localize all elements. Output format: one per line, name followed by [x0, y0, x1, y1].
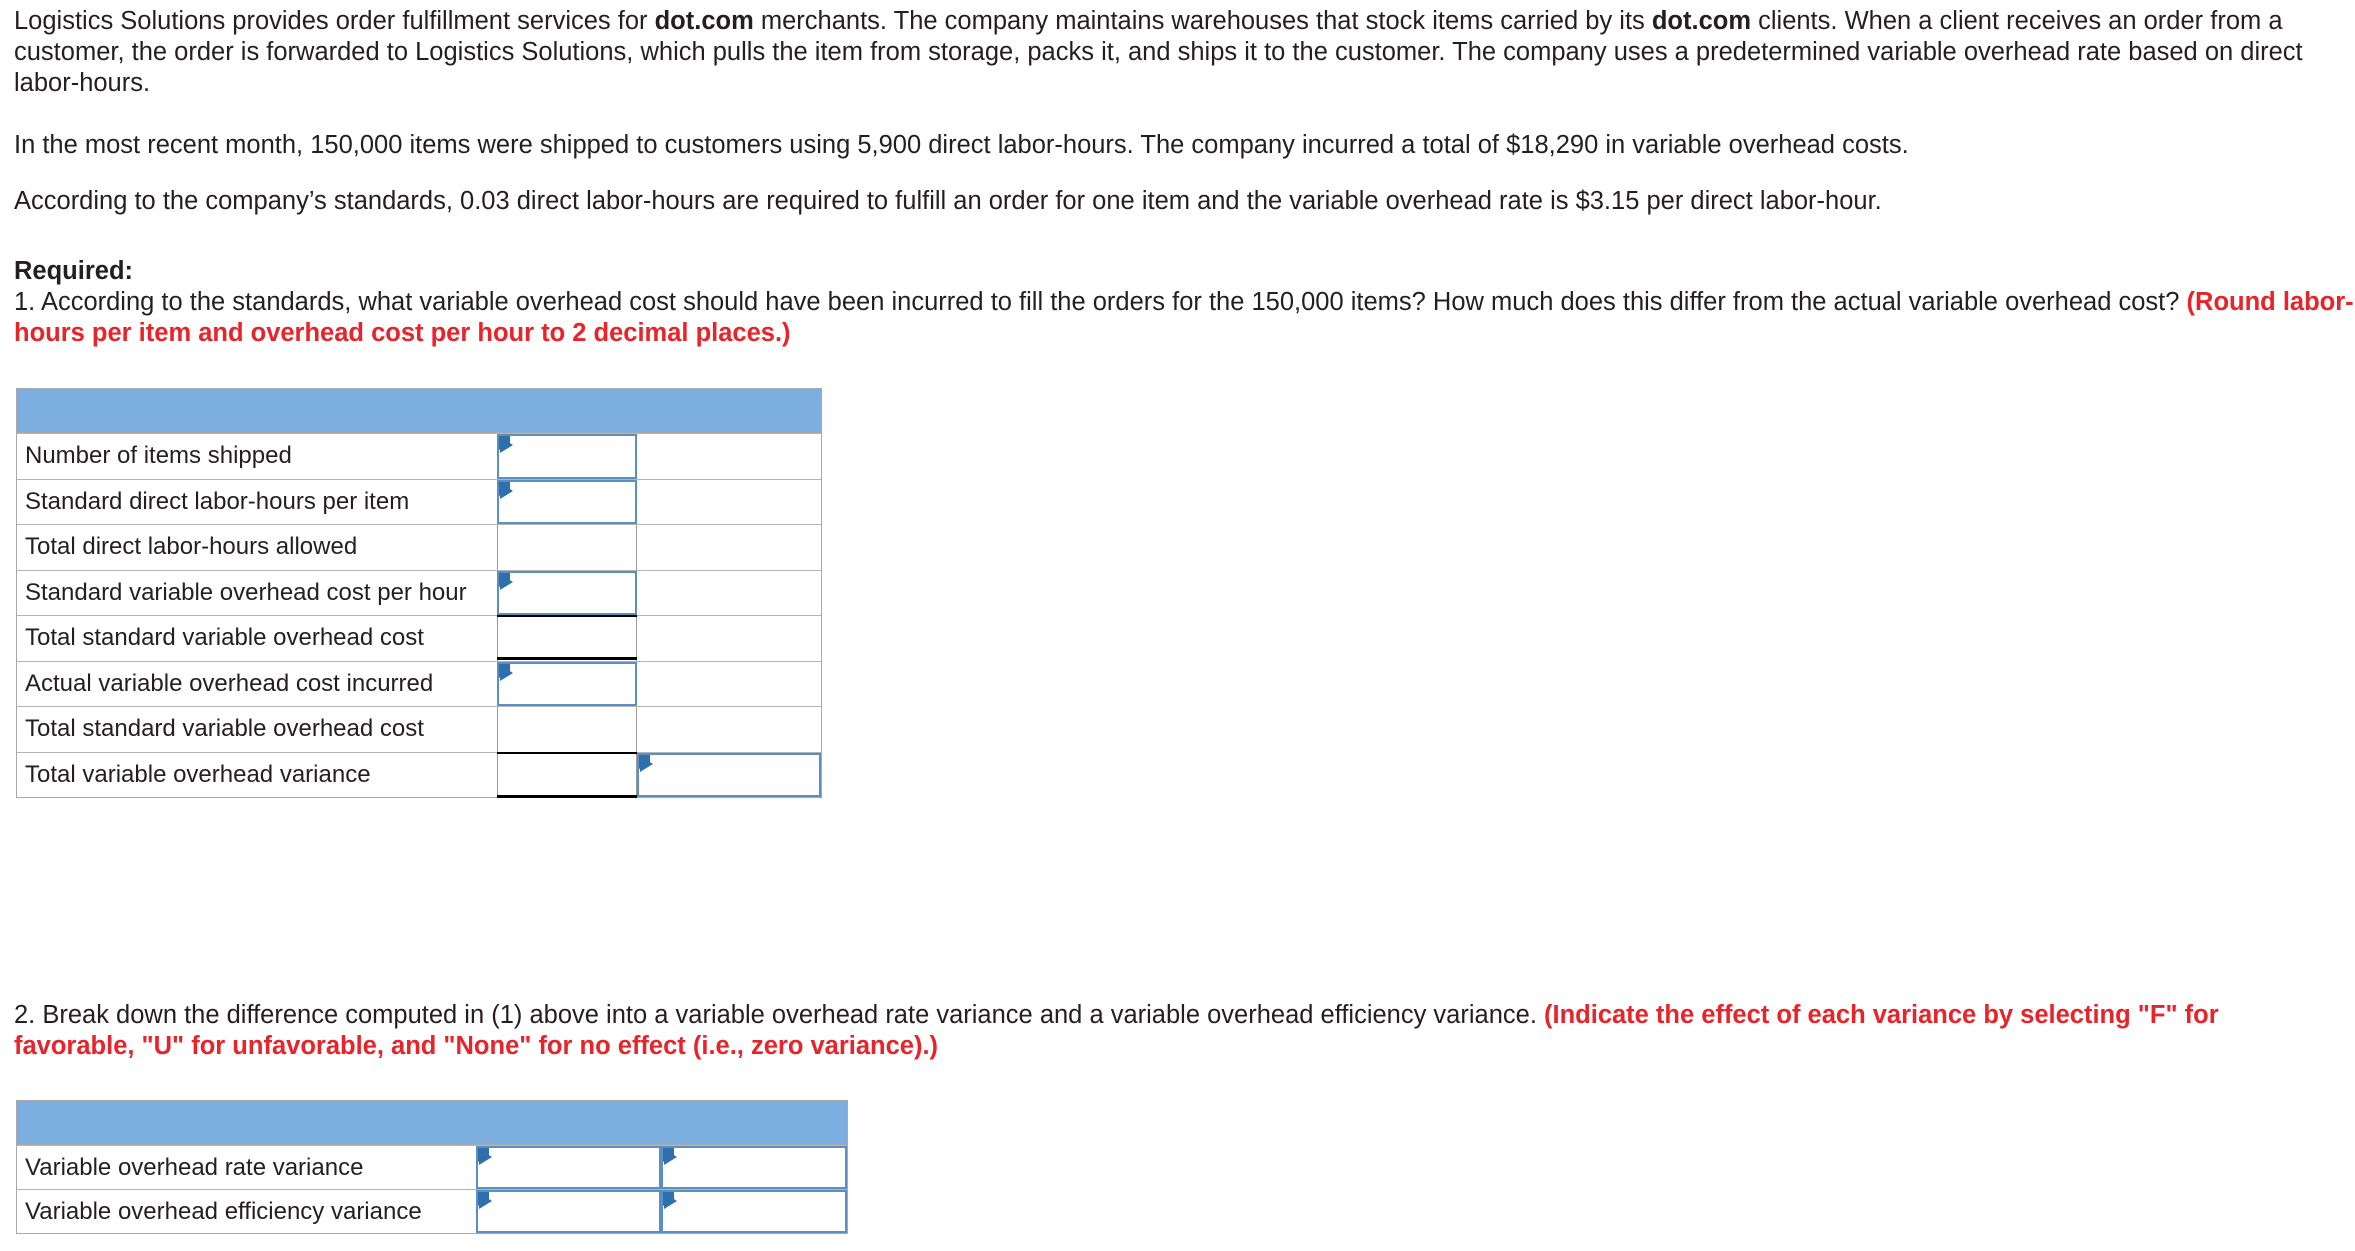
- answer-input-4[interactable]: [497, 570, 637, 615]
- accounting-rule: [497, 656, 637, 660]
- variance-effect-select-1[interactable]: [661, 1146, 847, 1189]
- cell-corner-flag-icon: [664, 1193, 678, 1209]
- computed-value-7: [497, 707, 637, 752]
- row-label: Standard direct labor-hours per item: [25, 487, 410, 515]
- row-label: Total variable overhead variance: [25, 760, 371, 788]
- table-row: Actual variable overhead cost incurred: [17, 660, 821, 707]
- standards-paragraph: According to the company’s standards, 0.…: [14, 187, 1882, 215]
- table1-spacer-cell: [637, 525, 821, 570]
- computed-value-3: [497, 525, 637, 570]
- question2-text: 2. Break down the difference computed in…: [14, 1001, 1544, 1029]
- table1-spacer-cell: [637, 571, 821, 616]
- table-row: Total direct labor-hours allowed: [17, 524, 821, 570]
- accounting-rule: [497, 615, 637, 617]
- row-label: Total standard variable overhead cost: [25, 624, 424, 652]
- row-label: Total direct labor-hours allowed: [25, 533, 358, 561]
- table-row: Standard variable overhead cost per hour: [17, 569, 821, 616]
- row-label: Number of items shipped: [25, 442, 292, 470]
- accounting-rule: [497, 751, 637, 754]
- table-row: Variable overhead efficiency variance: [17, 1189, 847, 1233]
- table-row: Total variable overhead variance: [17, 751, 821, 797]
- row-label: Total standard variable overhead cost: [25, 715, 424, 743]
- cell-corner-flag-icon: [500, 482, 513, 499]
- variance-amount-input-2[interactable]: [475, 1190, 662, 1233]
- table1-spacer-cell: [637, 616, 821, 661]
- table2-header-band: [17, 1101, 847, 1145]
- row-label: Actual variable overhead cost incurred: [25, 669, 434, 697]
- table-row: Variable overhead rate variance: [17, 1145, 847, 1189]
- variance-effect-input[interactable]: [637, 752, 821, 797]
- intro-brand-1: dot.com: [654, 7, 754, 35]
- cell-corner-flag-icon: [478, 1149, 492, 1165]
- answer-input-6[interactable]: [497, 661, 637, 706]
- intro-brand-2: dot.com: [1651, 7, 1752, 35]
- cell-corner-flag-icon: [640, 755, 653, 772]
- variance-effect-select-2[interactable]: [661, 1190, 847, 1233]
- variance-amount-input-1[interactable]: [475, 1146, 662, 1189]
- question2-block: 2. Break down the difference computed in…: [14, 1000, 2334, 1062]
- table-row: Total standard variable overhead cost: [17, 706, 821, 752]
- table1-spacer-cell: [637, 662, 821, 707]
- question1-text: 1. According to the standards, what vari…: [14, 288, 2187, 316]
- computed-value-5: [497, 616, 637, 661]
- variance-breakdown-table: Variable overhead rate variance Variable …: [16, 1100, 848, 1234]
- answer-input-2[interactable]: [497, 479, 637, 524]
- answer-input-1[interactable]: [497, 434, 637, 479]
- table1-spacer-cell: [637, 434, 821, 479]
- cell-corner-flag-icon: [478, 1193, 492, 1209]
- intro-paragraph: Logistics Solutions provides order fulfi…: [14, 6, 2344, 99]
- table1-spacer-cell: [637, 707, 821, 752]
- month-paragraph: In the most recent month, 150,000 items …: [14, 131, 1909, 159]
- variable-overhead-cost-table: Number of items shipped Standard direct l…: [16, 388, 822, 798]
- intro-text-2: merchants. The company maintains warehou…: [753, 7, 1652, 35]
- row-label: Variable overhead rate variance: [25, 1153, 364, 1181]
- table-row: Standard direct labor-hours per item: [17, 478, 821, 525]
- required-block: Required: 1. According to the standards, …: [14, 256, 2354, 349]
- cell-corner-flag-icon: [664, 1149, 678, 1165]
- computed-value-8: [497, 752, 637, 797]
- intro-text-1: Logistics Solutions provides order fulfi…: [14, 7, 655, 35]
- required-label: Required:: [14, 257, 134, 285]
- row-label: Variable overhead efficiency variance: [25, 1197, 422, 1225]
- row-label: Standard variable overhead cost per hour: [25, 578, 467, 606]
- worksheet-page: Logistics Solutions provides order fulfi…: [0, 0, 2355, 1251]
- table-row: Number of items shipped: [17, 433, 821, 479]
- table1-header-band: [17, 389, 821, 433]
- cell-corner-flag-icon: [500, 437, 513, 453]
- cell-corner-flag-icon: [500, 664, 513, 681]
- table1-spacer-cell: [637, 480, 821, 525]
- accounting-rule: [497, 795, 637, 798]
- table-row: Total standard variable overhead cost: [17, 615, 821, 661]
- cell-corner-flag-icon: [500, 573, 513, 590]
